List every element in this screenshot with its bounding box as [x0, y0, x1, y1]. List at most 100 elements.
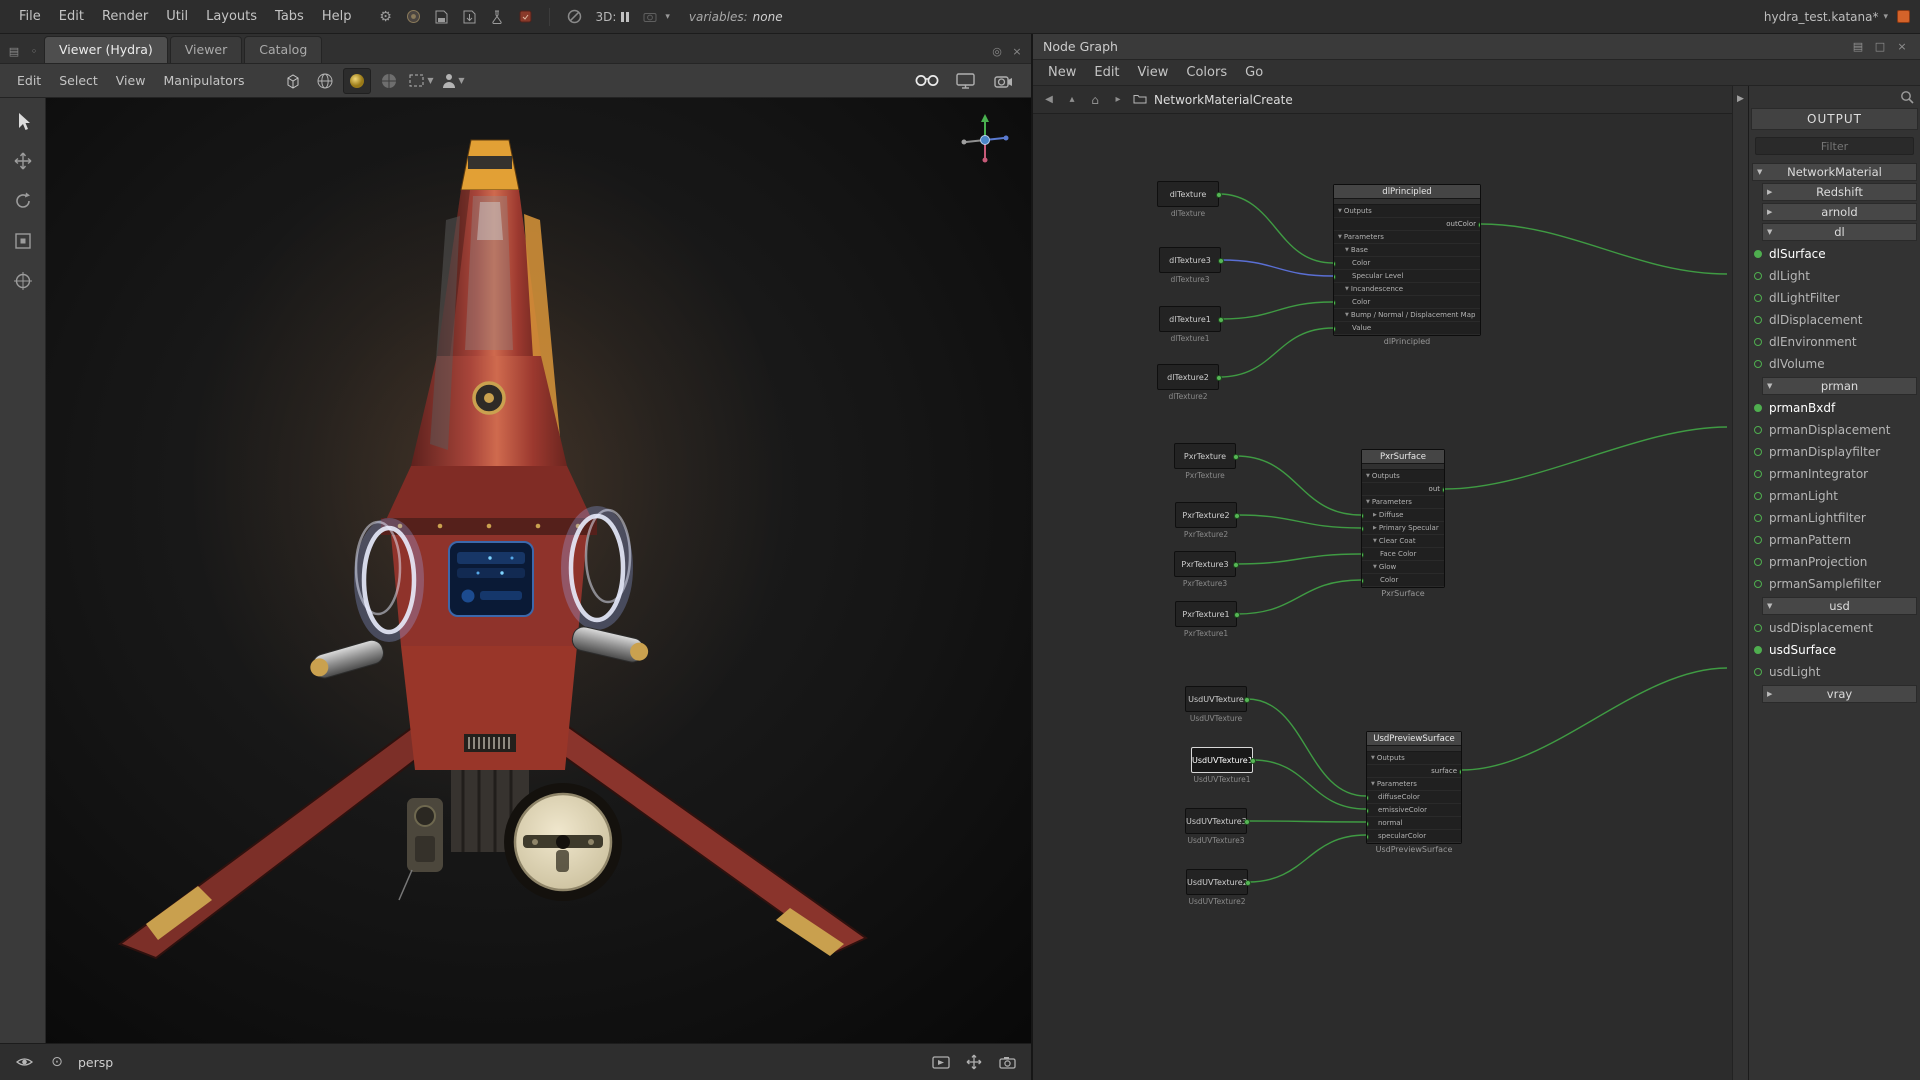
expand-arrow-icon[interactable]: ▼	[1767, 382, 1772, 390]
translate-tool-icon[interactable]	[10, 148, 36, 174]
panel-close-icon[interactable]: ×	[1894, 39, 1910, 55]
output-panel-collapse-strip[interactable]: ▶	[1732, 86, 1748, 1080]
output-port-dot[interactable]	[1245, 880, 1251, 886]
node-param-row[interactable]: emissiveColor	[1367, 804, 1461, 817]
wireframe-cube-icon[interactable]	[279, 68, 307, 94]
panel-detach-icon[interactable]: ◦	[26, 43, 42, 59]
node-UsdUVTexture3[interactable]: UsdUVTexture3UsdUVTexture3	[1185, 808, 1247, 834]
tab-viewer[interactable]: Viewer	[170, 36, 243, 63]
output-port-dot[interactable]	[1244, 819, 1250, 825]
globe-shaded-icon[interactable]	[311, 68, 339, 94]
output-port-dot[interactable]	[1244, 697, 1250, 703]
expand-arrow-icon[interactable]: ▼	[1366, 499, 1370, 505]
menu-util[interactable]: Util	[157, 6, 197, 27]
node-param-row[interactable]: Color	[1334, 296, 1480, 309]
expand-arrow-icon[interactable]: ▼	[1345, 312, 1349, 318]
node-param-row[interactable]: specularColor	[1367, 830, 1461, 843]
nodegraph-menu-new[interactable]: New	[1039, 62, 1085, 83]
node-param-row[interactable]: ▼Parameters	[1334, 231, 1480, 244]
output-terminal-prmanpattern[interactable]: prmanPattern	[1749, 529, 1920, 551]
node-param-row[interactable]: surface	[1367, 765, 1461, 778]
expand-arrow-icon[interactable]: ▼	[1338, 234, 1342, 240]
expand-arrow-icon[interactable]: ▼	[1767, 602, 1772, 610]
nodegraph-menu-go[interactable]: Go	[1236, 62, 1272, 83]
expand-arrow-icon[interactable]: ▼	[1345, 247, 1349, 253]
output-terminal-usddisplacement[interactable]: usdDisplacement	[1749, 617, 1920, 639]
shaded-sphere-icon[interactable]	[343, 68, 371, 94]
input-port-dot[interactable]	[1367, 808, 1369, 814]
output-port-dot[interactable]	[1459, 769, 1461, 775]
terminal-port-dot[interactable]	[1754, 250, 1762, 258]
output-terminal-dlsurface[interactable]: dlSurface	[1749, 243, 1920, 265]
output-port-dot[interactable]	[1216, 375, 1222, 381]
viewport-3d[interactable]	[46, 98, 1031, 1043]
node-param-row[interactable]: Color	[1362, 574, 1444, 587]
output-group-prman[interactable]: ▼prman	[1762, 377, 1917, 395]
output-terminal-prmanlight[interactable]: prmanLight	[1749, 485, 1920, 507]
node-PxrTexture1[interactable]: PxrTexture1PxrTexture1	[1175, 601, 1237, 627]
node-param-row[interactable]: ▼Base	[1334, 244, 1480, 257]
node-param-row[interactable]: ▼Parameters	[1362, 496, 1444, 509]
flask-icon[interactable]	[487, 7, 507, 27]
project-caret-icon[interactable]: ▾	[1883, 12, 1888, 22]
node-dlTexture3[interactable]: dlTexture3dlTexture3	[1159, 247, 1221, 273]
node-dlTexture[interactable]: dlTexturedlTexture	[1157, 181, 1219, 207]
search-icon[interactable]	[1900, 90, 1914, 107]
render-view-icon[interactable]	[929, 1051, 953, 1073]
collapse-arrow-icon[interactable]: ▶	[1737, 94, 1744, 1080]
tab-catalog[interactable]: Catalog	[244, 36, 322, 63]
node-UsdUVTexture1[interactable]: UsdUVTexture1UsdUVTexture1	[1191, 747, 1253, 773]
node-param-row[interactable]: diffuseColor	[1367, 791, 1461, 804]
nodegraph-menu-colors[interactable]: Colors	[1177, 62, 1236, 83]
terminal-port-dot[interactable]	[1754, 492, 1762, 500]
node-param-row[interactable]: ▶Diffuse	[1362, 509, 1444, 522]
pan-move-icon[interactable]	[962, 1051, 986, 1073]
output-port-dot[interactable]	[1218, 258, 1224, 264]
node-PxrSurface[interactable]: PxrSurface▼Outputsout▼Parameters▶Diffuse…	[1361, 449, 1445, 588]
output-terminal-dlvolume[interactable]: dlVolume	[1749, 353, 1920, 375]
nodegraph-title-bar[interactable]: Node Graph ▤ □ ×	[1033, 34, 1920, 60]
output-port-dot[interactable]	[1478, 222, 1480, 228]
pan el-float-icon[interactable]: □	[1872, 39, 1888, 55]
katana-badge-icon[interactable]	[403, 7, 423, 27]
visibility-eye-icon[interactable]	[12, 1051, 36, 1073]
input-port-dot[interactable]	[1334, 274, 1336, 280]
expand-arrow-icon[interactable]: ▼	[1757, 168, 1762, 176]
expand-arrow-icon[interactable]: ▼	[1767, 228, 1772, 236]
node-param-row[interactable]: Specular Level	[1334, 270, 1480, 283]
expand-arrow-icon[interactable]: ▶	[1767, 208, 1772, 216]
expand-arrow-icon[interactable]: ▼	[1366, 473, 1370, 479]
terminal-port-dot[interactable]	[1754, 514, 1762, 522]
node-dlTexture2[interactable]: dlTexture2dlTexture2	[1157, 364, 1219, 390]
output-terminal-usdsurface[interactable]: usdSurface	[1749, 639, 1920, 661]
terminal-port-dot[interactable]	[1754, 316, 1762, 324]
output-port-dot[interactable]	[1250, 758, 1256, 764]
input-port-dot[interactable]	[1334, 300, 1336, 306]
node-param-row[interactable]: Face Color	[1362, 548, 1444, 561]
breadcrumb-node-name[interactable]: NetworkMaterialCreate	[1154, 93, 1293, 107]
pivot-tool-icon[interactable]	[10, 268, 36, 294]
render-disabled-icon[interactable]	[564, 7, 584, 27]
expand-arrow-icon[interactable]: ▼	[1373, 538, 1377, 544]
pause-icon[interactable]	[621, 12, 629, 22]
node-param-row[interactable]: Value	[1334, 322, 1480, 335]
output-group-dl[interactable]: ▼dl	[1762, 223, 1917, 241]
output-group-vray[interactable]: ▶vray	[1762, 685, 1917, 703]
output-port-dot[interactable]	[1218, 317, 1224, 323]
terminal-port-dot[interactable]	[1754, 624, 1762, 632]
rotate-tool-icon[interactable]	[10, 188, 36, 214]
viewer-menu-select[interactable]: Select	[50, 70, 107, 91]
select-cursor-icon[interactable]	[10, 108, 36, 134]
output-terminal-prmandisplayfilter[interactable]: prmanDisplayfilter	[1749, 441, 1920, 463]
output-port-dot[interactable]	[1216, 192, 1222, 198]
monitor-icon[interactable]	[951, 68, 979, 94]
terminal-port-dot[interactable]	[1754, 448, 1762, 456]
node-param-row[interactable]: ▶Primary Specular	[1362, 522, 1444, 535]
input-port-dot[interactable]	[1362, 526, 1364, 532]
terminal-port-dot[interactable]	[1754, 470, 1762, 478]
node-dlTexture1[interactable]: dlTexture1dlTexture1	[1159, 306, 1221, 332]
output-group-arnold[interactable]: ▶arnold	[1762, 203, 1917, 221]
node-param-row[interactable]: ▼Parameters	[1367, 778, 1461, 791]
settings-gear-icon[interactable]: ⚙	[375, 7, 395, 27]
expand-arrow-icon[interactable]: ▼	[1338, 208, 1342, 214]
